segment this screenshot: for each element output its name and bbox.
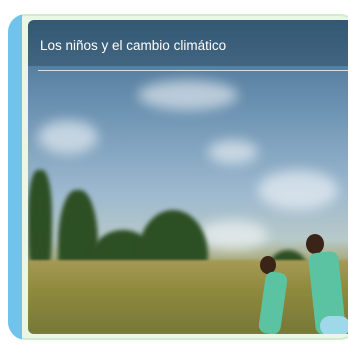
cloud xyxy=(208,140,258,164)
cloud xyxy=(138,80,238,110)
watering-can xyxy=(320,316,348,334)
content-card-frame: Los niños y el cambio climático xyxy=(8,14,348,340)
card-title[interactable]: Los niños y el cambio climático xyxy=(40,38,226,53)
accent-strip xyxy=(8,14,22,340)
cloud xyxy=(198,220,268,250)
cloud xyxy=(38,120,98,154)
child-head xyxy=(306,234,324,254)
title-divider xyxy=(38,70,348,71)
grass-field xyxy=(28,260,348,334)
cloud xyxy=(258,170,338,210)
video-thumbnail-card[interactable]: Los niños y el cambio climático xyxy=(28,20,348,334)
